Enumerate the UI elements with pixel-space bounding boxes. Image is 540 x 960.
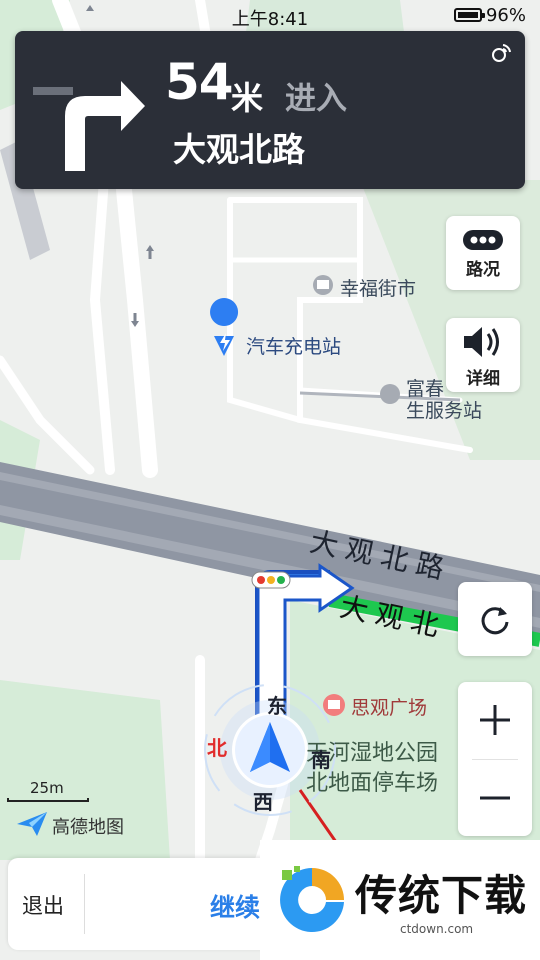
battery-icon [454, 8, 485, 22]
scale-bar [7, 798, 89, 802]
recenter-button[interactable] [458, 582, 532, 656]
plus-icon [480, 705, 510, 735]
compass-east: 东 [267, 694, 287, 718]
brand-name: 高德地图 [52, 817, 124, 838]
battery-percent: 96% [485, 5, 526, 26]
exit-button[interactable]: 退出 [22, 890, 64, 920]
traffic-button[interactable]: 路况 [446, 216, 520, 290]
gps-signal-icon [492, 44, 511, 62]
watermark-logo-icon [280, 866, 344, 932]
continue-button[interactable]: 继续 [210, 888, 260, 924]
turn-right-arrow-icon [33, 81, 145, 171]
amap-logo-icon [17, 812, 47, 836]
compass-south: 南 [311, 748, 331, 772]
bottom-bar: 退出 继续 [8, 858, 278, 950]
guidance-action: 进入 [285, 81, 347, 117]
zoom-out-button[interactable] [458, 759, 532, 836]
traffic-label: 路况 [466, 260, 500, 280]
zoom-controls [458, 682, 532, 836]
guidance-road-name: 大观北路 [173, 130, 305, 169]
poi-charging-label[interactable]: 汽车充电站 [246, 332, 341, 359]
watermark-url: ctdown.com [400, 922, 474, 936]
guidance-distance: 54 [165, 53, 234, 111]
turn-guidance-panel[interactable]: 54 米 进入 大观北路 [15, 31, 525, 189]
minus-icon [480, 796, 510, 800]
scale-label: 25m [30, 779, 64, 797]
divider [84, 874, 85, 934]
refresh-icon [481, 607, 509, 635]
poi-plaza-label[interactable]: 思观广场 [351, 693, 427, 720]
poi-market-label[interactable]: 幸福街市 [340, 274, 416, 301]
speaker-icon [464, 327, 499, 357]
zoom-in-button[interactable] [458, 682, 532, 759]
poi-service-label-2[interactable]: 生服务站 [406, 396, 482, 423]
watermark-title: 传统下载 [355, 871, 528, 920]
detail-label: 详细 [466, 369, 500, 389]
detail-button[interactable]: 详细 [446, 318, 520, 392]
guidance-unit: 米 [231, 79, 264, 117]
more-dots-icon [463, 230, 503, 250]
compass-north: 北 [207, 736, 227, 760]
compass-west: 西 [253, 790, 273, 814]
status-bar: 上午8:41 96% [0, 0, 540, 32]
